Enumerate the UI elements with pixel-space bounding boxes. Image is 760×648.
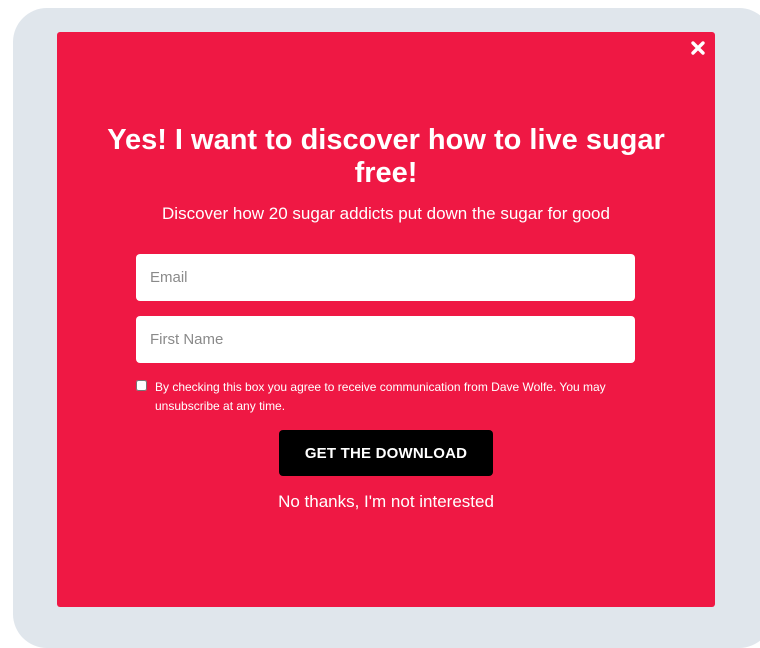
first-name-field[interactable]: [136, 316, 635, 363]
popup-headline: Yes! I want to discover how to live suga…: [107, 124, 665, 189]
consent-label: By checking this box you agree to receiv…: [155, 380, 606, 413]
optin-popup: Yes! I want to discover how to live suga…: [57, 32, 715, 607]
consent-checkbox[interactable]: [136, 380, 147, 391]
email-field[interactable]: [136, 254, 635, 301]
close-icon[interactable]: [687, 37, 709, 59]
no-thanks-link[interactable]: No thanks, I'm not interested: [207, 490, 565, 514]
get-download-button[interactable]: GET THE DOWNLOAD: [279, 430, 493, 476]
popup-subheadline: Discover how 20 sugar addicts put down t…: [162, 204, 610, 223]
